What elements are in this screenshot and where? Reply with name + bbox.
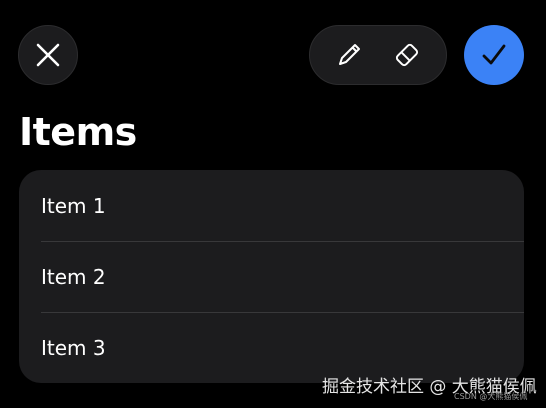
confirm-button[interactable] xyxy=(464,25,524,85)
list-item-label: Item 3 xyxy=(41,335,106,360)
items-list: Item 1 Item 2 Item 3 xyxy=(19,170,524,383)
close-icon xyxy=(36,43,60,67)
screen: Items Item 1 Item 2 Item 3 掘金技术社区 @ 大熊猫侯… xyxy=(0,0,546,408)
pencil-icon xyxy=(339,44,360,65)
list-item-label: Item 2 xyxy=(41,264,106,289)
page-title: Items xyxy=(19,110,137,154)
list-item[interactable]: Item 1 xyxy=(19,170,524,241)
pencil-button[interactable] xyxy=(324,30,374,80)
list-item[interactable]: Item 2 xyxy=(19,241,524,312)
watermark-small: CSDN @大熊猫侯佩 xyxy=(454,392,528,401)
list-item-label: Item 1 xyxy=(41,193,106,218)
close-button[interactable] xyxy=(18,25,78,85)
eraser-icon xyxy=(395,43,419,67)
tool-group xyxy=(309,25,447,85)
checkmark-icon xyxy=(482,44,506,65)
eraser-button[interactable] xyxy=(382,30,432,80)
